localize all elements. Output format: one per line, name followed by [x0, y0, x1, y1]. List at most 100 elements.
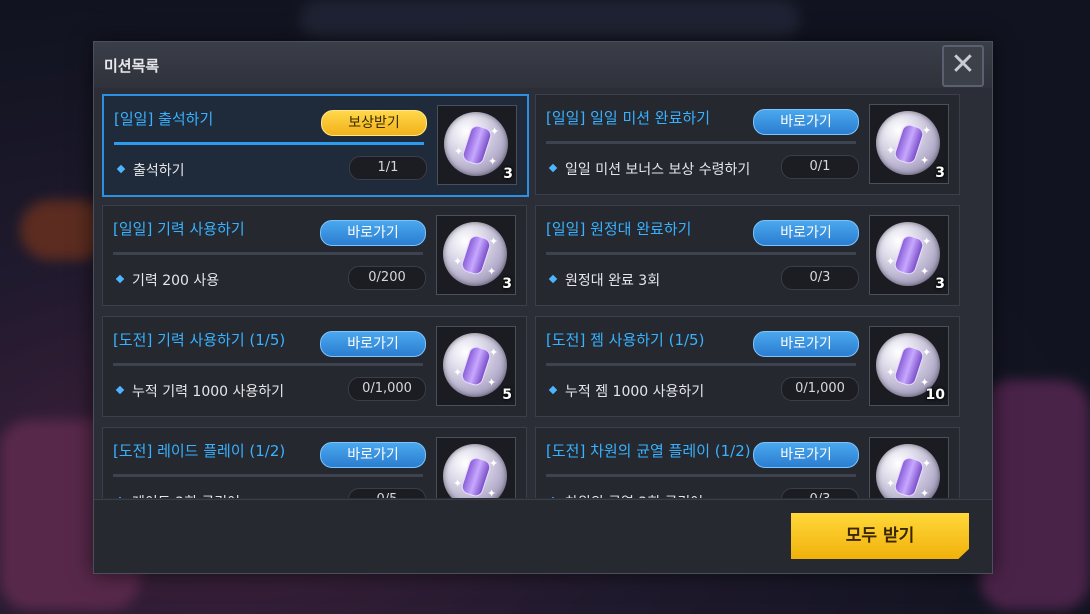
sparkle-icon: ✦ [920, 487, 930, 498]
mission-title: [일일] 원정대 완료하기 [546, 220, 692, 238]
mission-progress: 0/3 [781, 488, 859, 498]
mission-card[interactable]: [도전] 차원의 균열 플레이 (1/2)바로가기차원의 균열 3회 클리어 0/… [535, 427, 960, 498]
mission-objective: 누적 젬 1000 사용하기 [548, 381, 705, 401]
claim-all-button[interactable]: 모두 받기 [791, 513, 969, 559]
diamond-bullet-icon [548, 163, 558, 173]
close-button[interactable]: ✕ [942, 45, 984, 87]
mission-card[interactable]: [일일] 기력 사용하기 바로가기 기력 200 사용 0/200 ✦ ✦ ✦ 3 [102, 205, 527, 306]
sparkle-icon: ✦ [886, 477, 896, 490]
reward-count: 3 [935, 165, 945, 181]
mission-card[interactable]: [일일] 원정대 완료하기 바로가기원정대 완료 3회 0/3 ✦ ✦ ✦ 3 [535, 205, 960, 306]
sparkle-icon: ✦ [487, 265, 497, 278]
mission-divider [546, 363, 856, 366]
sparkle-icon: ✦ [489, 346, 499, 359]
sparkle-icon: ✦ [920, 265, 930, 278]
mission-progress: 1/1 [349, 156, 427, 180]
mission-title: [도전] 레이드 플레이 (1/2) [113, 442, 286, 460]
mission-objective: 차원의 균열 3회 클리어 [548, 492, 703, 498]
mission-title: [도전] 기력 사용하기 (1/5) [113, 331, 286, 349]
reward-slot[interactable]: ✦ ✦ ✦ [869, 437, 949, 498]
sparkle-icon: ✦ [454, 145, 464, 158]
mission-progress: 0/3 [781, 266, 859, 290]
mission-list-dialog: 미션목록 ✕ [일일] 출석하기 보상받기 출석하기 1/1 ✦ ✦ ✦ 3 [일일] 일일 미… [93, 41, 993, 574]
sparkle-icon: ✦ [453, 255, 463, 268]
gem-orb-icon: ✦ ✦ ✦ [876, 111, 940, 175]
sparkle-icon: ✦ [488, 155, 498, 168]
mission-title: [일일] 출석하기 [114, 110, 214, 128]
sparkle-icon: ✦ [487, 487, 497, 498]
mission-card[interactable]: [일일] 일일 미션 완료하기 바로가기일일 미션 보너스 보상 수령하기 0/1 ✦… [535, 94, 960, 195]
mission-title: [일일] 기력 사용하기 [113, 220, 245, 238]
diamond-bullet-icon [115, 385, 125, 395]
mission-objective: 원정대 완료 3회 [548, 270, 660, 290]
mission-list[interactable]: [일일] 출석하기 보상받기 출석하기 1/1 ✦ ✦ ✦ 3 [일일] 일일 미션 완료하기 바… [102, 94, 984, 498]
dialog-title: 미션목록 [104, 57, 160, 75]
diamond-bullet-icon [548, 385, 558, 395]
go-to-button[interactable]: 바로가기 [320, 331, 426, 357]
gem-orb-icon: ✦ ✦ ✦ [443, 222, 507, 286]
mission-objective-text: 일일 미션 보너스 보상 수령하기 [565, 162, 751, 178]
reward-slot[interactable]: ✦ ✦ ✦ 10 [869, 326, 949, 406]
go-to-button[interactable]: 바로가기 [320, 442, 426, 468]
mission-progress: 0/1,000 [348, 377, 426, 401]
go-to-button[interactable]: 바로가기 [753, 331, 859, 357]
mission-progress: 0/200 [348, 266, 426, 290]
go-to-button[interactable]: 바로가기 [753, 220, 859, 246]
reward-count: 3 [935, 276, 945, 292]
diamond-bullet-icon [115, 496, 125, 498]
sparkle-icon: ✦ [922, 235, 932, 248]
reward-slot[interactable]: ✦ ✦ ✦ 3 [437, 105, 517, 185]
sparkle-icon: ✦ [886, 255, 896, 268]
reward-count: 5 [502, 387, 512, 403]
mission-divider [113, 252, 423, 255]
mission-objective-text: 출석하기 [133, 163, 185, 179]
go-to-button[interactable]: 바로가기 [753, 109, 859, 135]
sparkle-icon: ✦ [487, 376, 497, 389]
mission-progress: 0/5 [348, 488, 426, 498]
mission-divider [114, 142, 424, 145]
dialog-footer: 모두 받기 [94, 499, 992, 573]
mission-progress: 0/1 [781, 155, 859, 179]
mission-card[interactable]: [도전] 기력 사용하기 (1/5) 바로가기누적 기력 1000 사용하기 0/1… [102, 316, 527, 417]
sparkle-icon: ✦ [922, 124, 932, 137]
sparkle-icon: ✦ [922, 457, 932, 470]
diamond-bullet-icon [116, 164, 126, 174]
gem-orb-icon: ✦ ✦ ✦ [443, 333, 507, 397]
mission-objective-text: 누적 기력 1000 사용하기 [132, 384, 285, 400]
mission-divider [113, 363, 423, 366]
sparkle-icon: ✦ [453, 477, 463, 490]
mission-card[interactable]: [일일] 출석하기 보상받기 출석하기 1/1 ✦ ✦ ✦ 3 [102, 94, 529, 197]
sparkle-icon: ✦ [489, 457, 499, 470]
mission-objective-text: 누적 젬 1000 사용하기 [565, 384, 705, 400]
mission-divider [113, 474, 423, 477]
gem-orb-icon: ✦ ✦ ✦ [444, 112, 508, 176]
gem-orb-icon: ✦ ✦ ✦ [876, 222, 940, 286]
diamond-bullet-icon [548, 496, 558, 498]
reward-slot[interactable]: ✦ ✦ ✦ 3 [869, 104, 949, 184]
mission-divider [546, 252, 856, 255]
mission-progress: 0/1,000 [781, 377, 859, 401]
mission-divider [546, 474, 856, 477]
reward-slot[interactable]: ✦ ✦ ✦ 3 [436, 215, 516, 295]
diamond-bullet-icon [115, 274, 125, 284]
reward-count: 10 [925, 387, 945, 403]
mission-title: [도전] 차원의 균열 플레이 (1/2) [546, 442, 751, 460]
reward-slot[interactable]: ✦ ✦ ✦ 3 [869, 215, 949, 295]
mission-objective: 레이드 3회 클리어 [115, 492, 240, 498]
sparkle-icon: ✦ [453, 366, 463, 379]
claim-reward-button[interactable]: 보상받기 [321, 110, 427, 136]
go-to-button[interactable]: 바로가기 [320, 220, 426, 246]
mission-title: [도전] 젬 사용하기 (1/5) [546, 331, 705, 349]
sparkle-icon: ✦ [886, 144, 896, 157]
go-to-button[interactable]: 바로가기 [753, 442, 859, 468]
mission-objective: 기력 200 사용 [115, 270, 220, 290]
mission-card[interactable]: [도전] 젬 사용하기 (1/5) 바로가기누적 젬 1000 사용하기 0/1,0… [535, 316, 960, 417]
sparkle-icon: ✦ [920, 154, 930, 167]
reward-slot[interactable]: ✦ ✦ ✦ 5 [436, 326, 516, 406]
gem-orb-icon: ✦ ✦ ✦ [443, 444, 507, 498]
diamond-bullet-icon [548, 274, 558, 284]
reward-slot[interactable]: ✦ ✦ ✦ [436, 437, 516, 498]
mission-card[interactable]: [도전] 레이드 플레이 (1/2) 바로가기레이드 3회 클리어 0/5 ✦ ✦ ✦ [102, 427, 527, 498]
mission-objective-text: 기력 200 사용 [132, 273, 220, 289]
mission-title: [일일] 일일 미션 완료하기 [546, 109, 711, 127]
